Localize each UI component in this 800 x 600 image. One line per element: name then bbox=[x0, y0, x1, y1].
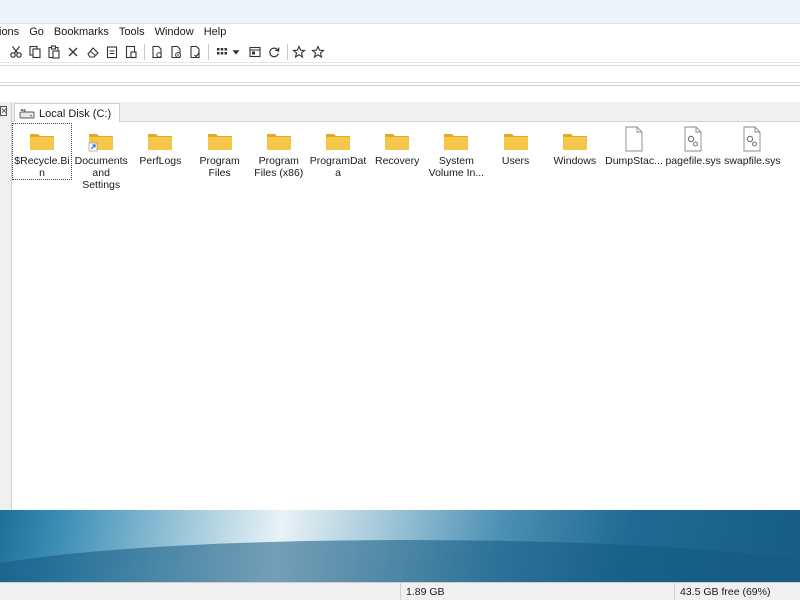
title-bar bbox=[0, 0, 800, 24]
page-gear-icon[interactable] bbox=[167, 43, 185, 61]
file-list-view[interactable]: $Recycle.Bin Documents and Settings PerfLo… bbox=[12, 122, 800, 510]
file-item[interactable]: Documents and Settings bbox=[72, 124, 130, 191]
star-add-icon[interactable] bbox=[290, 43, 308, 61]
menu-help[interactable]: Help bbox=[199, 24, 232, 41]
status-bar: 1.89 GB 43.5 GB free (69%) bbox=[0, 582, 800, 600]
menu-options[interactable]: ions bbox=[0, 24, 24, 41]
folder-icon bbox=[207, 134, 232, 150]
file-name: System Volume In... bbox=[428, 155, 485, 179]
file-item[interactable]: Users bbox=[487, 124, 545, 167]
file-name: Documents and Settings bbox=[74, 155, 128, 191]
delete-icon[interactable] bbox=[64, 43, 82, 61]
toolbar-separator bbox=[208, 44, 209, 60]
desktop-wallpaper bbox=[0, 510, 800, 582]
file-name: Recovery bbox=[375, 155, 420, 167]
file-name: swapfile.sys bbox=[724, 155, 781, 167]
toolbar-separator bbox=[144, 44, 145, 60]
refresh-icon[interactable] bbox=[265, 43, 283, 61]
copy-icon[interactable] bbox=[26, 43, 44, 61]
file-paste-icon[interactable] bbox=[122, 43, 140, 61]
cut-icon[interactable] bbox=[7, 43, 25, 61]
file-item[interactable]: ProgramData bbox=[309, 124, 367, 179]
menu-bookmarks[interactable]: Bookmarks bbox=[49, 24, 114, 41]
address-input[interactable] bbox=[0, 65, 800, 83]
folder-icon bbox=[326, 134, 350, 150]
menu-window[interactable]: Window bbox=[150, 24, 199, 41]
drive-icon bbox=[19, 108, 35, 118]
spacer bbox=[0, 86, 800, 102]
paste-icon[interactable] bbox=[45, 43, 63, 61]
status-free-space: 43.5 GB free (69%) bbox=[674, 583, 800, 600]
file-item[interactable]: Program Files (x86) bbox=[250, 124, 308, 179]
folder-icon bbox=[562, 134, 587, 150]
folder-icon bbox=[148, 134, 173, 150]
file-name: PerfLogs bbox=[139, 155, 182, 167]
wallpaper-wave bbox=[0, 540, 800, 582]
folder-icon bbox=[385, 134, 410, 150]
tab-label: Local Disk (C:) bbox=[39, 107, 112, 120]
toolbar bbox=[0, 41, 800, 63]
status-cell-main bbox=[0, 583, 400, 600]
eraser-icon[interactable] bbox=[84, 43, 102, 61]
file-item[interactable]: pagefile.sys bbox=[664, 124, 722, 167]
menu-go[interactable]: Go bbox=[24, 24, 49, 41]
folder-icon bbox=[503, 134, 528, 150]
file-icon bbox=[625, 126, 643, 152]
file-item[interactable]: System Volume In... bbox=[427, 124, 485, 179]
grid-view-icon[interactable] bbox=[213, 43, 231, 61]
system-file-icon bbox=[743, 126, 761, 152]
star-icon[interactable] bbox=[309, 43, 327, 61]
folder-icon bbox=[266, 134, 291, 150]
close-pane-icon[interactable]: × bbox=[0, 106, 7, 117]
system-file-icon bbox=[684, 126, 702, 152]
explorer-window: ions Go Bookmarks Tools Window Help × Lo… bbox=[0, 0, 800, 600]
page-icon[interactable] bbox=[148, 43, 166, 61]
menu-tools[interactable]: Tools bbox=[114, 24, 150, 41]
file-item[interactable]: $Recycle.Bin bbox=[12, 123, 72, 180]
folder-icon bbox=[444, 134, 469, 150]
tree-pane-edge bbox=[0, 102, 12, 510]
dropdown-arrow-icon[interactable] bbox=[230, 43, 242, 61]
page-check-icon[interactable] bbox=[186, 43, 204, 61]
file-name: Program Files (x86) bbox=[254, 155, 304, 179]
toolbar-separator bbox=[287, 44, 288, 60]
file-item[interactable]: Windows bbox=[546, 124, 604, 167]
file-name: Program Files bbox=[199, 155, 240, 179]
file-name: Windows bbox=[553, 155, 597, 167]
file-item[interactable]: swapfile.sys bbox=[723, 124, 781, 167]
status-size: 1.89 GB bbox=[400, 583, 674, 600]
file-name: DumpStac... bbox=[605, 155, 663, 167]
address-bar bbox=[0, 63, 800, 86]
file-item[interactable]: Recovery bbox=[368, 124, 426, 167]
file-item[interactable]: DumpStac... bbox=[605, 124, 663, 167]
tab-strip: Local Disk (C:) bbox=[12, 102, 800, 123]
folder-icon bbox=[30, 134, 54, 150]
file-name: Users bbox=[501, 155, 530, 167]
file-name: ProgramData bbox=[309, 155, 367, 179]
menu-bar: ions Go Bookmarks Tools Window Help bbox=[0, 24, 800, 41]
tab-local-disk[interactable]: Local Disk (C:) bbox=[14, 103, 121, 123]
file-item[interactable]: PerfLogs bbox=[131, 124, 189, 167]
file-name: pagefile.sys bbox=[665, 155, 721, 167]
panel-icon[interactable] bbox=[246, 43, 264, 61]
file-name: $Recycle.Bin bbox=[14, 155, 70, 179]
folder-shortcut-icon bbox=[88, 134, 114, 152]
clipboard-icon[interactable] bbox=[103, 43, 121, 61]
file-item[interactable]: Program Files bbox=[191, 124, 249, 179]
